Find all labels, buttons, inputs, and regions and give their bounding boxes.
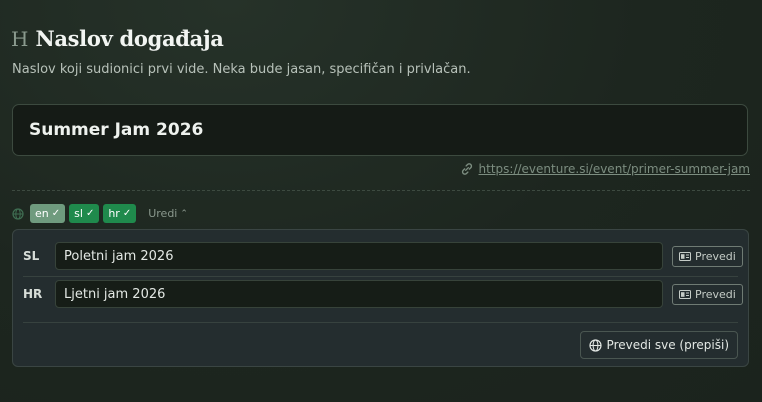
language-code: SL [23,249,40,263]
translation-input-hr[interactable]: Ljetni jam 2026 [55,280,663,308]
row-divider [23,276,738,277]
globe-icon [588,338,602,352]
globe-icon [12,207,24,220]
translate-icon [679,251,691,261]
translate-button-sl[interactable]: Prevedi [672,245,743,267]
translation-row-sl: SL Poletni jam 2026 Prevedi [13,242,748,270]
check-icon: ✓ [51,208,61,219]
check-icon: ✓ [122,208,132,219]
edit-label: Uredi [148,207,178,220]
event-url-link[interactable]: https://eventure.si/event/primer-summer-… [479,162,750,176]
translation-row-hr: HR Ljetni jam 2026 Prevedi [13,280,748,308]
page-title: Naslov događaja [35,26,224,51]
event-url-row: https://eventure.si/event/primer-summer-… [460,162,750,176]
translate-all-button[interactable]: Prevedi sve (prepiši) [579,331,738,359]
language-selector: en ✓ sl ✓ hr ✓ Uredi ⌃ [12,204,188,223]
language-chip-hr[interactable]: hr ✓ [103,204,137,223]
language-chip-sl[interactable]: sl ✓ [69,204,100,223]
language-chip-en[interactable]: en ✓ [30,204,66,223]
translation-input-sl[interactable]: Poletni jam 2026 [55,242,663,270]
chip-label: en [35,207,49,220]
check-icon: ✓ [85,208,95,219]
language-code: HR [23,287,43,301]
event-title-input[interactable]: Summer Jam 2026 [12,104,748,156]
chip-label: hr [108,207,120,220]
event-title-editor: H Naslov događaja Naslov koji sudionici … [0,0,762,402]
translate-button-label: Prevedi [695,249,736,263]
heading-icon: H [11,26,29,51]
link-icon [461,163,472,175]
edit-languages-toggle[interactable]: Uredi ⌃ [148,207,188,220]
divider [12,190,750,191]
section-header: H Naslov događaja [11,26,224,51]
chip-label: sl [74,207,83,220]
translate-icon [679,289,691,299]
section-description: Naslov koji sudionici prvi vide. Neka bu… [12,62,471,77]
row-divider [23,322,738,323]
translate-button-hr[interactable]: Prevedi [672,283,743,305]
translations-panel: SL Poletni jam 2026 Prevedi HR Ljetni ja… [12,229,749,367]
translate-all-label: Prevedi sve (prepiši) [606,338,729,352]
translate-button-label: Prevedi [695,287,736,301]
chevron-up-icon: ⌃ [180,208,188,219]
